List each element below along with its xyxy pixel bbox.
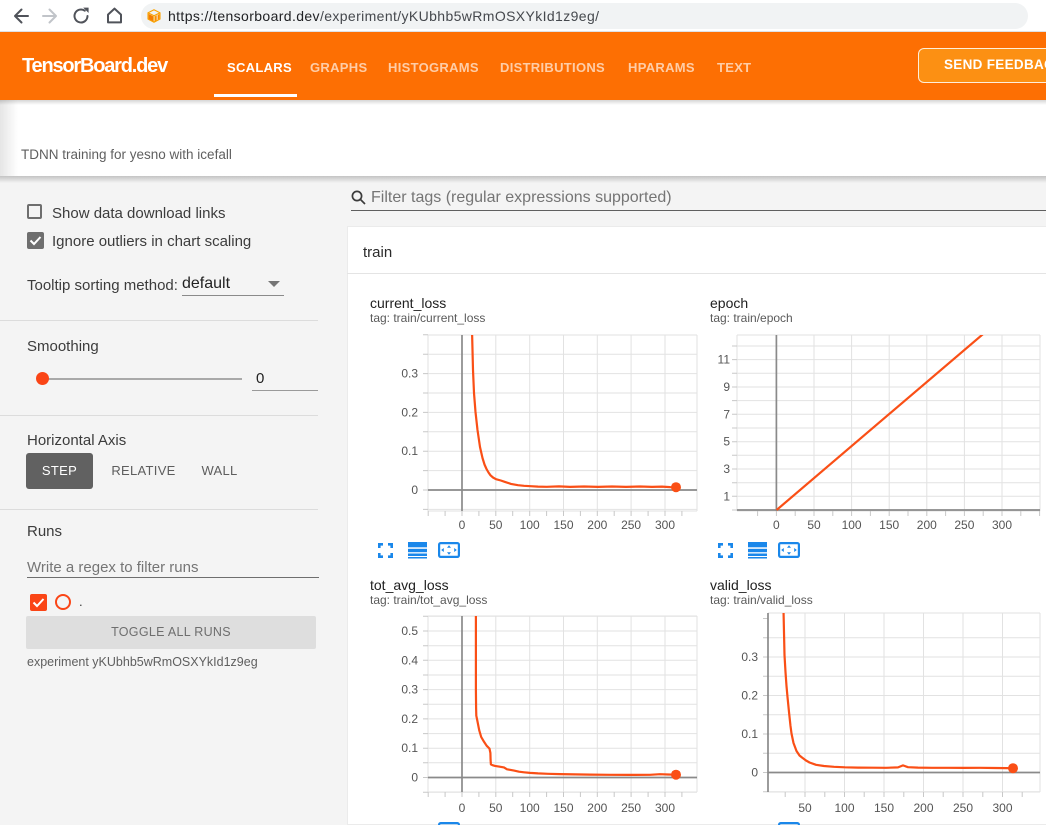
svg-text:100: 100 bbox=[520, 518, 540, 530]
svg-text:0.1: 0.1 bbox=[401, 444, 418, 458]
svg-text:0.2: 0.2 bbox=[741, 689, 758, 703]
svg-text:0: 0 bbox=[459, 801, 466, 815]
svg-text:300: 300 bbox=[992, 801, 1012, 815]
svg-text:250: 250 bbox=[953, 801, 973, 815]
svg-text:100: 100 bbox=[842, 518, 862, 530]
svg-text:50: 50 bbox=[798, 801, 812, 815]
svg-text:300: 300 bbox=[655, 801, 675, 815]
svg-text:0: 0 bbox=[773, 518, 780, 530]
svg-text:5: 5 bbox=[723, 435, 730, 449]
svg-text:150: 150 bbox=[879, 518, 899, 530]
svg-text:50: 50 bbox=[489, 801, 503, 815]
svg-text:0.2: 0.2 bbox=[401, 712, 418, 726]
svg-text:3: 3 bbox=[723, 462, 730, 476]
svg-text:0.2: 0.2 bbox=[401, 405, 418, 419]
svg-text:250: 250 bbox=[621, 801, 641, 815]
svg-text:150: 150 bbox=[874, 801, 894, 815]
svg-text:0: 0 bbox=[751, 766, 758, 780]
svg-text:50: 50 bbox=[807, 518, 821, 530]
svg-text:0: 0 bbox=[459, 518, 466, 530]
svg-text:0: 0 bbox=[411, 483, 418, 497]
svg-text:11: 11 bbox=[718, 353, 731, 367]
svg-text:150: 150 bbox=[553, 518, 573, 530]
svg-text:0.1: 0.1 bbox=[401, 741, 418, 755]
svg-text:50: 50 bbox=[489, 518, 503, 530]
svg-text:100: 100 bbox=[834, 801, 854, 815]
svg-text:9: 9 bbox=[723, 380, 730, 394]
svg-text:200: 200 bbox=[913, 801, 933, 815]
svg-text:0.3: 0.3 bbox=[401, 367, 418, 381]
svg-text:0.4: 0.4 bbox=[401, 653, 418, 667]
svg-text:250: 250 bbox=[954, 518, 974, 530]
svg-text:100: 100 bbox=[520, 801, 540, 815]
svg-text:1: 1 bbox=[723, 489, 730, 503]
svg-text:0.1: 0.1 bbox=[741, 727, 758, 741]
svg-text:0.3: 0.3 bbox=[741, 650, 758, 664]
svg-text:0: 0 bbox=[411, 771, 418, 785]
svg-text:150: 150 bbox=[553, 801, 573, 815]
svg-text:200: 200 bbox=[587, 801, 607, 815]
svg-text:300: 300 bbox=[992, 518, 1012, 530]
svg-text:0.5: 0.5 bbox=[401, 624, 418, 638]
svg-text:200: 200 bbox=[587, 518, 607, 530]
svg-text:0.3: 0.3 bbox=[401, 683, 418, 697]
svg-text:200: 200 bbox=[917, 518, 937, 530]
svg-text:7: 7 bbox=[723, 407, 730, 421]
svg-text:250: 250 bbox=[621, 518, 641, 530]
svg-text:300: 300 bbox=[655, 518, 675, 530]
